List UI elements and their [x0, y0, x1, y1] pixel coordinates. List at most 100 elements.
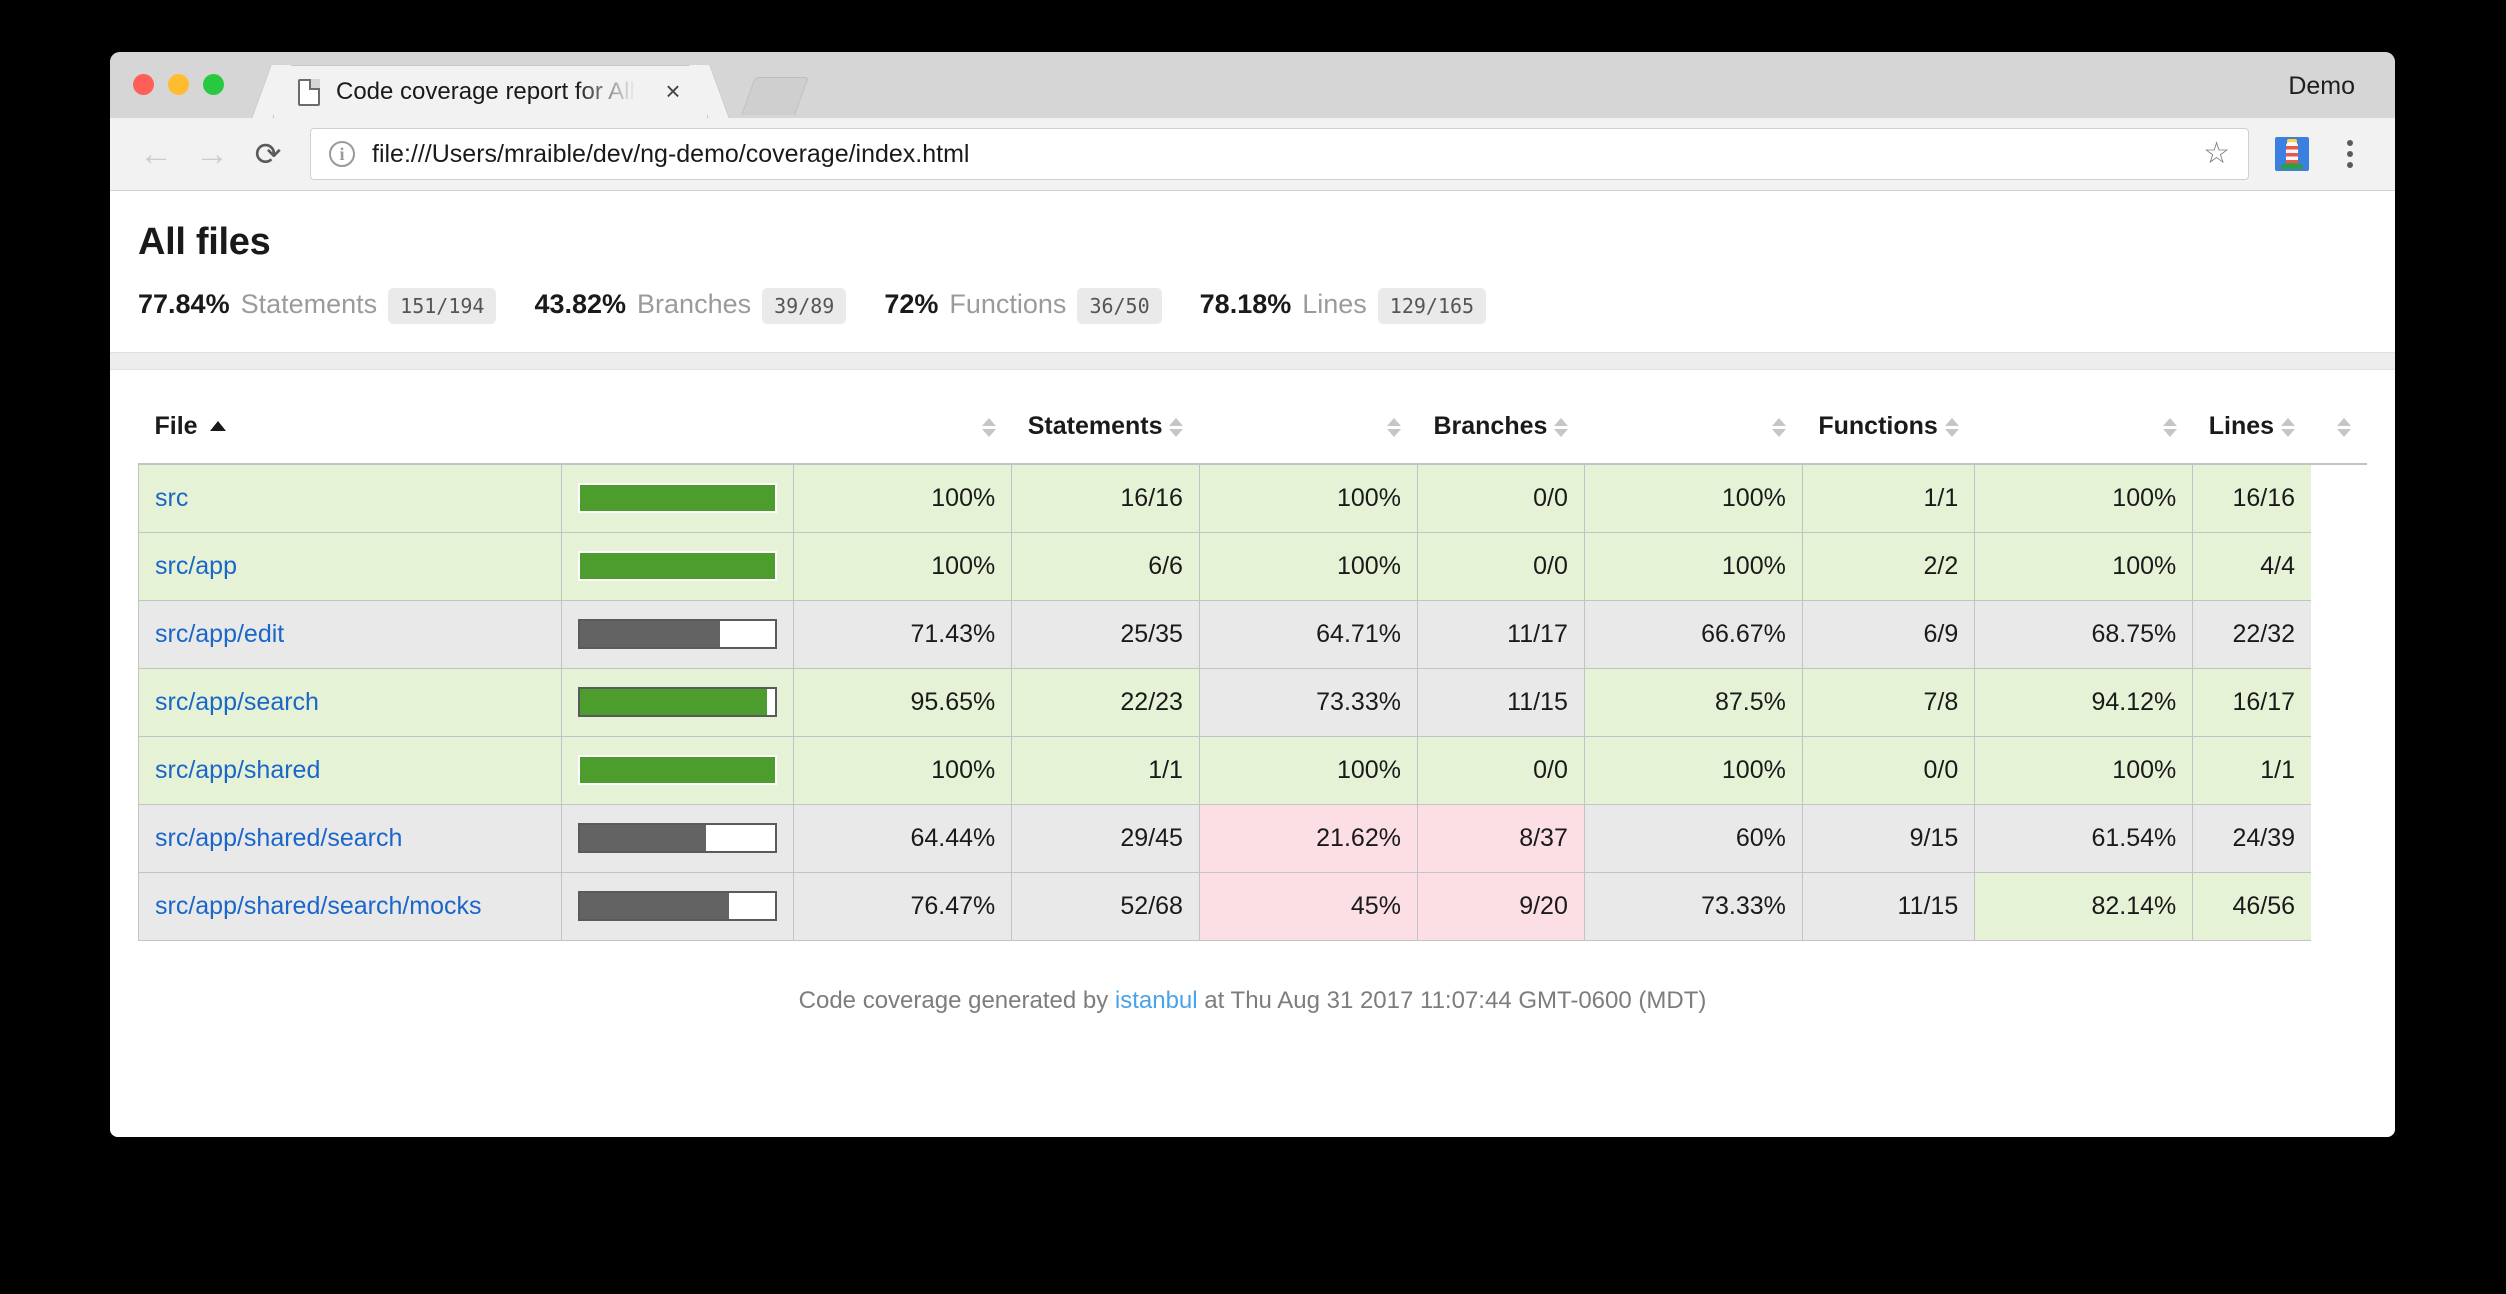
maximize-window-button[interactable]: [203, 74, 224, 95]
table-row: src/app/shared/search/mocks 76.47% 52/68 45…: [137, 871, 2368, 941]
table-header-row: File Statements Branches Functions Lines: [138, 398, 2367, 465]
cell-branches-abs: 11/17: [1416, 599, 1585, 669]
sort-arrows-icon: [1387, 417, 1402, 437]
cell-branches-abs: 11/15: [1416, 667, 1585, 737]
cell-coverage-bar: [561, 871, 795, 941]
summary-statements-label: Statements: [240, 289, 378, 319]
file-link[interactable]: src/app/search: [155, 688, 319, 716]
cell-coverage-bar: [561, 599, 795, 669]
summary-branches: 43.82% Branches 39/89: [534, 288, 847, 324]
cell-statements-pct: 95.65%: [793, 667, 1013, 737]
lighthouse-extension-icon[interactable]: [2275, 137, 2309, 171]
cell-functions-pct: 100%: [1583, 735, 1803, 805]
cell-file: src/app/edit: [137, 599, 563, 669]
column-header-branches[interactable]: Branches: [1417, 398, 1585, 465]
file-link[interactable]: src/app: [155, 552, 237, 580]
coverage-bar: [578, 551, 778, 581]
coverage-bar-fill: [580, 825, 706, 851]
profile-name[interactable]: Demo: [2288, 72, 2355, 101]
window-controls: [133, 74, 224, 95]
column-header-file[interactable]: File: [138, 398, 794, 465]
coverage-summary: 77.84% Statements 151/194 43.82% Branche…: [138, 288, 2395, 324]
cell-functions-abs: 9/15: [1801, 803, 1976, 873]
cell-coverage-bar: [561, 667, 795, 737]
document-icon: [298, 78, 320, 106]
file-link[interactable]: src/app/shared: [155, 756, 320, 784]
file-link[interactable]: src/app/edit: [155, 620, 284, 648]
cell-statements-pct: 100%: [793, 531, 1013, 601]
cell-branches-abs: 8/37: [1416, 803, 1585, 873]
summary-branches-fraction: 39/89: [762, 288, 847, 324]
bookmark-star-icon[interactable]: ☆: [2203, 139, 2230, 169]
column-header-branches-label: Branches: [1433, 412, 1548, 440]
cell-branches-pct: 21.62%: [1198, 803, 1418, 873]
sort-branches-abs[interactable]: [1199, 398, 1418, 465]
address-bar[interactable]: i file:///Users/mraible/dev/ng-demo/cove…: [310, 128, 2249, 180]
browser-toolbar: ← → ⟳ i file:///Users/mraible/dev/ng-dem…: [110, 118, 2395, 191]
info-icon[interactable]: i: [329, 141, 355, 167]
back-button[interactable]: ←: [128, 126, 184, 182]
sort-arrows-icon: [1169, 417, 1184, 437]
cell-lines-pct: 82.14%: [1974, 871, 2194, 941]
cell-file: src/app/shared/search/mocks: [137, 871, 563, 941]
sort-arrows-icon: [1944, 417, 1959, 437]
column-header-lines[interactable]: Lines: [2192, 398, 2311, 465]
cell-lines-abs: 1/1: [2192, 735, 2311, 805]
coverage-bar-fill: [580, 485, 776, 512]
istanbul-link[interactable]: istanbul: [1115, 987, 1198, 1014]
minimize-window-button[interactable]: [168, 74, 189, 95]
table-row: src/app/shared/search 64.44% 29/45 21.62% 8/…: [137, 803, 2368, 873]
browser-tab[interactable]: Code coverage report for All files ×: [273, 65, 708, 118]
cell-branches-abs: 0/0: [1416, 735, 1585, 805]
cell-functions-abs: 2/2: [1801, 531, 1976, 601]
close-icon[interactable]: ×: [661, 76, 685, 106]
three-dot-menu-icon[interactable]: [2333, 140, 2367, 168]
cell-functions-pct: 100%: [1583, 463, 1803, 533]
cell-branches-pct: 100%: [1198, 531, 1418, 601]
column-header-statements-label: Statements: [1027, 412, 1163, 440]
cell-functions-abs: 7/8: [1801, 667, 1976, 737]
new-tab-button[interactable]: [741, 77, 809, 115]
table-row: src/app/shared 100% 1/1 100% 0/0 100% 0/0 100% 1…: [137, 735, 2368, 805]
close-window-button[interactable]: [133, 74, 154, 95]
cell-functions-pct: 60%: [1583, 803, 1803, 873]
sort-arrows-icon: [1554, 417, 1569, 437]
sort-statements-abs[interactable]: [793, 398, 1012, 465]
reload-button[interactable]: ⟳: [240, 126, 296, 182]
cell-statements-pct: 76.47%: [793, 871, 1013, 941]
coverage-table-body: src 100% 16/16 100% 0/0 100% 1/1 100% 16/16 src/a…: [137, 463, 2368, 941]
table-row: src/app 100% 6/6 100% 0/0 100% 2/2 100% 4/4: [137, 531, 2368, 601]
cell-lines-abs: 4/4: [2192, 531, 2311, 601]
sort-functions-abs[interactable]: [1584, 398, 1803, 465]
forward-button[interactable]: →: [184, 126, 240, 182]
cell-functions-abs: 0/0: [1801, 735, 1976, 805]
file-link[interactable]: src/app/shared/search/mocks: [155, 892, 482, 920]
cell-lines-pct: 100%: [1974, 735, 2194, 805]
coverage-bar-fill: [580, 553, 776, 579]
cell-file: src/app: [137, 531, 563, 601]
sort-arrows-icon: [2162, 417, 2177, 437]
cell-coverage-bar: [561, 735, 795, 805]
cell-statements-pct: 71.43%: [793, 599, 1013, 669]
cell-file: src: [137, 463, 563, 533]
cell-statements-pct: 64.44%: [793, 803, 1013, 873]
column-header-functions[interactable]: Functions: [1802, 398, 1975, 465]
table-row: src/app/search 95.65% 22/23 73.33% 11/15 87.5…: [137, 667, 2368, 737]
file-link[interactable]: src/app/shared/search: [155, 824, 402, 852]
browser-window: Code coverage report for All files × Dem…: [110, 52, 2395, 1137]
summary-functions-fraction: 36/50: [1077, 288, 1162, 324]
cell-lines-abs: 22/32: [2192, 599, 2311, 669]
footer-prefix: Code coverage generated by: [798, 986, 1115, 1014]
cell-functions-pct: 100%: [1583, 531, 1803, 601]
coverage-table-head: File Statements Branches Functions Lines: [138, 398, 2367, 465]
cell-statements-pct: 100%: [793, 735, 1013, 805]
sort-arrows-icon: [2281, 417, 2295, 437]
column-header-statements[interactable]: Statements: [1011, 398, 1200, 465]
summary-lines-fraction: 129/165: [1377, 288, 1487, 324]
column-header-file-label: File: [154, 412, 198, 440]
sort-lines-abs-2[interactable]: [2311, 398, 2367, 465]
cell-functions-abs: 6/9: [1801, 599, 1976, 669]
tab-title: Code coverage report for All files: [336, 78, 636, 105]
sort-lines-abs[interactable]: [1974, 398, 2193, 465]
file-link[interactable]: src: [155, 484, 188, 512]
